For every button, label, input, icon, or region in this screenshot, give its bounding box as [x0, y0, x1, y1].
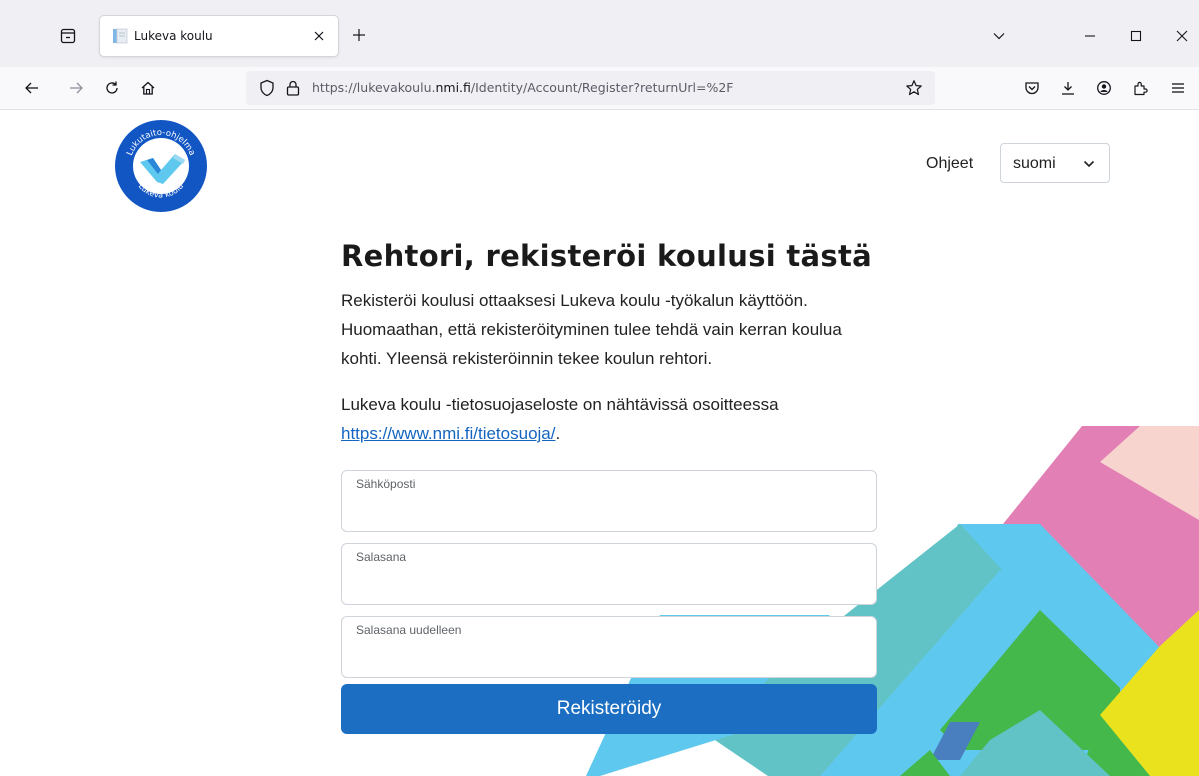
forward-arrow-icon[interactable]	[64, 76, 88, 100]
address-bar[interactable]: https://lukevakoulu.nmi.fi/Identity/Acco…	[246, 71, 935, 105]
help-link[interactable]: Ohjeet	[926, 154, 973, 174]
list-all-tabs-icon[interactable]	[56, 24, 80, 48]
url-text[interactable]: https://lukevakoulu.nmi.fi/Identity/Acco…	[312, 80, 734, 96]
extensions-icon[interactable]	[1128, 76, 1152, 100]
password-confirm-input[interactable]	[354, 645, 862, 669]
page-content: Lukutaito-ohjelma Lukeva koulu Ohjeet su…	[0, 110, 1199, 776]
tab-overflow-chevron-icon[interactable]	[987, 24, 1011, 48]
url-prefix: https://lukevakoulu.	[312, 80, 436, 95]
minimize-icon[interactable]	[1078, 24, 1102, 48]
pocket-icon[interactable]	[1020, 76, 1044, 100]
browser-window: Lukeva koulu https://lukevakoulu.nmi.fi/…	[0, 0, 1199, 776]
tracking-protection-shield-icon[interactable]	[258, 79, 276, 97]
email-field[interactable]: Sähköposti	[341, 470, 877, 532]
language-select[interactable]: suomi	[1000, 143, 1110, 183]
downloads-icon[interactable]	[1056, 76, 1080, 100]
email-label: Sähköposti	[356, 477, 416, 491]
bookmark-star-icon[interactable]	[905, 79, 923, 97]
chevron-down-icon	[1083, 158, 1095, 170]
maximize-icon[interactable]	[1124, 24, 1148, 48]
new-tab-plus-icon[interactable]	[349, 25, 369, 45]
tab-strip: Lukeva koulu	[0, 0, 1199, 67]
register-button[interactable]: Rekisteröidy	[341, 684, 877, 734]
account-icon[interactable]	[1092, 76, 1116, 100]
privacy-suffix: .	[555, 424, 561, 443]
password-label: Salasana	[356, 550, 407, 564]
password-field[interactable]: Salasana	[341, 543, 877, 605]
privacy-policy-link[interactable]: https://www.nmi.fi/tietosuoja/	[341, 424, 555, 443]
language-selected-value: suomi	[1013, 155, 1056, 172]
close-tab-icon[interactable]	[310, 27, 328, 45]
page-title: Rehtori, rekisteröi koulusi tästä	[341, 239, 873, 273]
lock-icon[interactable]	[284, 79, 302, 97]
lukeva-koulu-logo[interactable]: Lukutaito-ohjelma Lukeva koulu	[113, 118, 209, 214]
password-confirm-field[interactable]: Salasana uudelleen	[341, 616, 877, 678]
page-favicon-icon	[112, 28, 128, 44]
password-input[interactable]	[354, 572, 862, 596]
navigation-toolbar: https://lukevakoulu.nmi.fi/Identity/Acco…	[0, 67, 1199, 110]
url-path: /Identity/Account/Register?returnUrl=%2F	[470, 80, 734, 95]
menu-hamburger-icon[interactable]	[1166, 76, 1190, 100]
url-domain: nmi.fi	[435, 80, 471, 95]
privacy-notice: Lukeva koulu -tietosuojaseloste on nähtä…	[341, 390, 881, 448]
reload-icon[interactable]	[100, 76, 124, 100]
email-input[interactable]	[354, 499, 862, 523]
tab-lukeva-koulu[interactable]: Lukeva koulu	[100, 16, 338, 56]
intro-text: Rekisteröi koulusi ottaaksesi Lukeva kou…	[341, 291, 842, 368]
back-arrow-icon[interactable]	[20, 76, 44, 100]
home-icon[interactable]	[136, 76, 160, 100]
close-window-icon[interactable]	[1170, 24, 1194, 48]
tab-title: Lukeva koulu	[134, 29, 213, 43]
privacy-text: Lukeva koulu -tietosuojaseloste on nähtä…	[341, 395, 779, 414]
password-confirm-label: Salasana uudelleen	[356, 623, 462, 637]
